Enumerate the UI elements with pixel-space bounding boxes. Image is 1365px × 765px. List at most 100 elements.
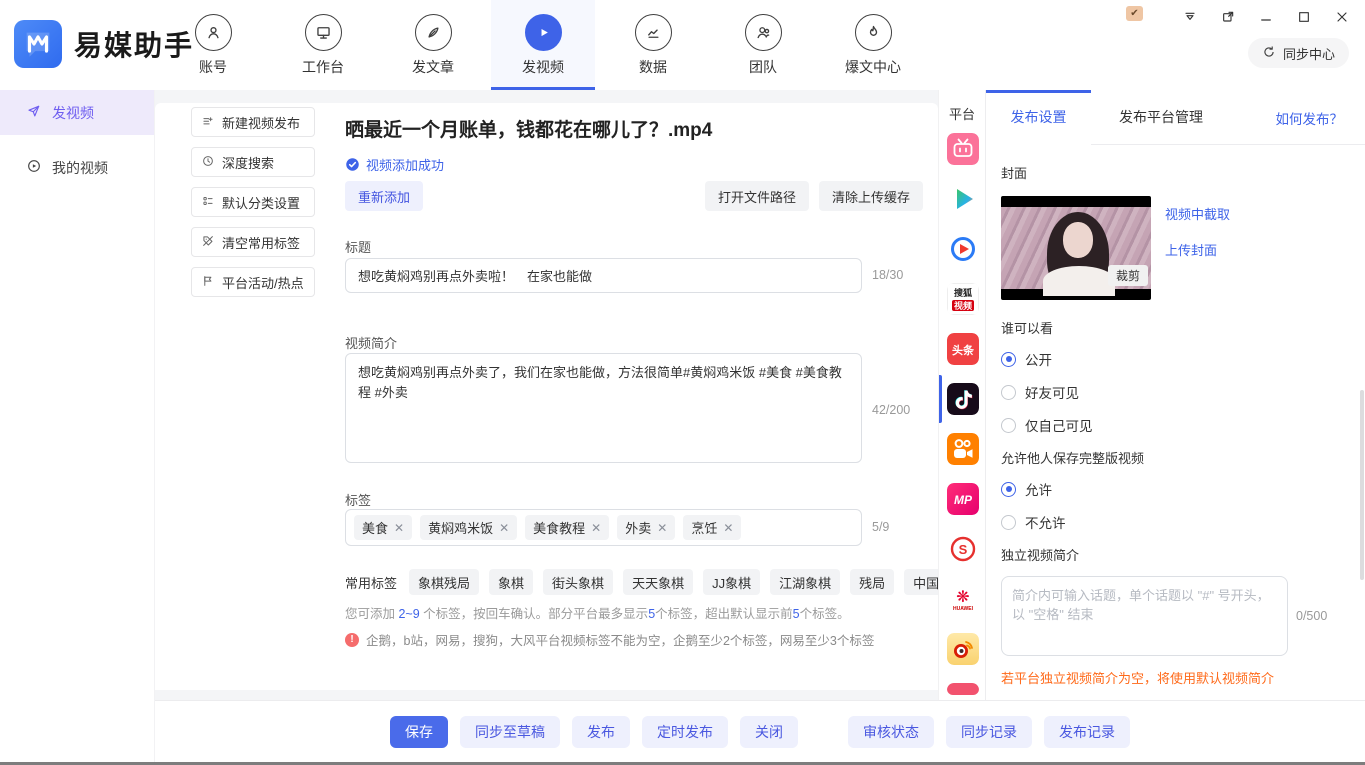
common-tag-chip[interactable]: 中国象棋 xyxy=(904,569,938,595)
default-category-button[interactable]: 默认分类设置 xyxy=(191,187,315,217)
common-tag-chip[interactable]: 江湖象棋 xyxy=(770,569,840,595)
nav-item-workbench[interactable]: 工作台 xyxy=(271,0,375,90)
nav-item-article[interactable]: 发文章 xyxy=(381,0,485,90)
upload-cover-link[interactable]: 上传封面 xyxy=(1165,240,1230,259)
remove-tag-icon[interactable]: ✕ xyxy=(657,521,667,535)
common-tag-chip[interactable]: 街头象棋 xyxy=(543,569,613,595)
common-tag-chip[interactable]: 天天象棋 xyxy=(623,569,693,595)
platform-weibo[interactable] xyxy=(939,633,986,665)
platform-bilibili[interactable] xyxy=(939,133,986,165)
svg-text:HUAWEI: HUAWEI xyxy=(953,606,974,612)
platform-sohu[interactable]: 搜狐视频 xyxy=(939,283,986,315)
collapse-icon[interactable] xyxy=(1181,8,1199,26)
clear-common-tags-button[interactable]: 清空常用标签 xyxy=(191,227,315,257)
nav-item-video[interactable]: 发视频 xyxy=(491,0,595,90)
remove-tag-icon[interactable]: ✕ xyxy=(591,521,601,535)
tag-text: 外卖 xyxy=(625,518,651,537)
platform-douyin[interactable] xyxy=(939,383,986,415)
cover-thumbnail[interactable]: 裁剪 xyxy=(1001,196,1151,300)
close-icon[interactable] xyxy=(1333,8,1351,26)
workbench-icon xyxy=(305,14,342,51)
nav-label: 发文章 xyxy=(412,57,454,77)
save-button[interactable]: 保存 xyxy=(390,716,448,748)
sidebar-item-my-videos[interactable]: 我的视频 xyxy=(0,145,154,190)
publish-panel-body: 封面 裁剪 视频中截取 上传封面 谁可以看 公开 好友可见 xyxy=(986,163,1365,728)
common-tag-chip[interactable]: JJ象棋 xyxy=(703,569,760,595)
sync-draft-button[interactable]: 同步至草稿 xyxy=(460,716,560,748)
schedule-publish-button[interactable]: 定时发布 xyxy=(642,716,728,748)
platform-strip: 平台 搜狐视频 头条 MP S ❋HUAWEI xyxy=(938,90,985,700)
platform-tencent[interactable] xyxy=(939,183,986,215)
nav-item-data[interactable]: 数据 xyxy=(601,0,705,90)
capture-from-video-link[interactable]: 视频中截取 xyxy=(1165,204,1230,223)
nav-item-hot[interactable]: 爆文中心 xyxy=(821,0,925,90)
common-tag-chip[interactable]: 象棋 xyxy=(489,569,533,595)
minimize-icon[interactable] xyxy=(1257,8,1275,26)
title-counter: 18/30 xyxy=(872,268,903,282)
new-video-publish-button[interactable]: 新建视频发布 xyxy=(191,107,315,137)
how-to-publish-link[interactable]: 如何发布？ xyxy=(1276,90,1344,145)
review-status-button[interactable]: 审核状态 xyxy=(848,716,934,748)
allow-save-option[interactable]: 允许 xyxy=(1001,479,1350,499)
send-icon xyxy=(26,103,42,122)
svg-text:搜狐: 搜狐 xyxy=(953,287,971,298)
haokan-platform-icon xyxy=(947,233,979,265)
sidebar-item-publish-video[interactable]: 发视频 xyxy=(0,90,154,135)
window-controls xyxy=(1181,8,1351,26)
platform-huawei[interactable]: ❋HUAWEI xyxy=(939,583,986,615)
common-tag-chip[interactable]: 象棋残局 xyxy=(409,569,479,595)
maximize-icon[interactable] xyxy=(1295,8,1313,26)
remove-tag-icon[interactable]: ✕ xyxy=(723,521,733,535)
close-button[interactable]: 关闭 xyxy=(740,716,798,748)
tag-chip: 外卖 ✕ xyxy=(617,515,675,540)
publish-button[interactable]: 发布 xyxy=(572,716,630,748)
open-file-path-button[interactable]: 打开文件路径 xyxy=(705,181,809,211)
description-textarea[interactable]: 想吃黄焖鸡别再点外卖了，我们在家也能做，方法很简单#黄焖鸡米饭 #美食 #美食教… xyxy=(345,353,862,463)
nav-item-account[interactable]: 账号 xyxy=(161,0,265,90)
visibility-option[interactable]: 好友可见 xyxy=(1001,382,1350,402)
vip-badge-icon[interactable]: ✔ xyxy=(1126,6,1143,21)
platform-activity-button[interactable]: 平台活动/热点 xyxy=(191,267,315,297)
tab-label: 发布设置 xyxy=(1011,107,1067,127)
sync-center-button[interactable]: 同步中心 xyxy=(1248,38,1349,68)
footer-left-buttons: 保存 同步至草稿 发布 定时发布 关闭 xyxy=(384,716,804,748)
cover-links: 视频中截取 上传封面 xyxy=(1165,204,1230,300)
platform-toutiao[interactable]: 头条 xyxy=(939,333,986,365)
publish-records-button[interactable]: 发布记录 xyxy=(1044,716,1130,748)
nav-item-team[interactable]: 团队 xyxy=(711,0,815,90)
platform-dafenghao[interactable]: MP xyxy=(939,483,986,515)
tab-platform-manage[interactable]: 发布平台管理 xyxy=(1091,90,1231,144)
screenshot-icon[interactable] xyxy=(1219,8,1237,26)
remove-tag-icon[interactable]: ✕ xyxy=(499,521,509,535)
quick-action-label: 清空常用标签 xyxy=(222,233,300,252)
kuaishou-platform-icon xyxy=(947,433,979,465)
readd-button[interactable]: 重新添加 xyxy=(345,181,423,211)
remove-tag-icon[interactable]: ✕ xyxy=(394,521,404,535)
tab-label: 发布平台管理 xyxy=(1119,107,1203,127)
upload-status: 视频添加成功 xyxy=(345,155,444,174)
clear-upload-cache-button[interactable]: 清除上传缓存 xyxy=(819,181,923,211)
refresh-icon xyxy=(1262,45,1276,62)
platform-haokan[interactable] xyxy=(939,233,986,265)
platform-sogou[interactable]: S xyxy=(939,533,986,565)
allow-save-option[interactable]: 不允许 xyxy=(1001,512,1350,532)
left-sidebar: 发视频 我的视频 xyxy=(0,90,155,765)
tag-text: 黄焖鸡米饭 xyxy=(428,518,493,537)
crop-button[interactable]: 裁剪 xyxy=(1108,265,1148,286)
visibility-option[interactable]: 公开 xyxy=(1001,349,1350,369)
toutiao-platform-icon: 头条 xyxy=(947,333,979,365)
sync-records-button[interactable]: 同步记录 xyxy=(946,716,1032,748)
panel-scrollbar[interactable] xyxy=(1360,390,1364,580)
title-input[interactable] xyxy=(345,258,862,293)
tag-text: 美食 xyxy=(362,518,388,537)
hint-text: 个标签。 xyxy=(800,607,850,621)
platform-kuaishou[interactable] xyxy=(939,433,986,465)
tag-slash-icon xyxy=(201,234,215,251)
visibility-option[interactable]: 仅自己可见 xyxy=(1001,415,1350,435)
tags-input-box[interactable]: 美食 ✕ 黄焖鸡米饭 ✕ 美食教程 ✕ 外卖 ✕ 烹饪 ✕ xyxy=(345,509,862,546)
common-tag-chip[interactable]: 残局 xyxy=(850,569,894,595)
deep-search-button[interactable]: 深度搜索 xyxy=(191,147,315,177)
tab-publish-settings[interactable]: 发布设置 xyxy=(986,90,1091,144)
independent-desc-textarea[interactable] xyxy=(1001,576,1288,656)
article-icon xyxy=(415,14,452,51)
